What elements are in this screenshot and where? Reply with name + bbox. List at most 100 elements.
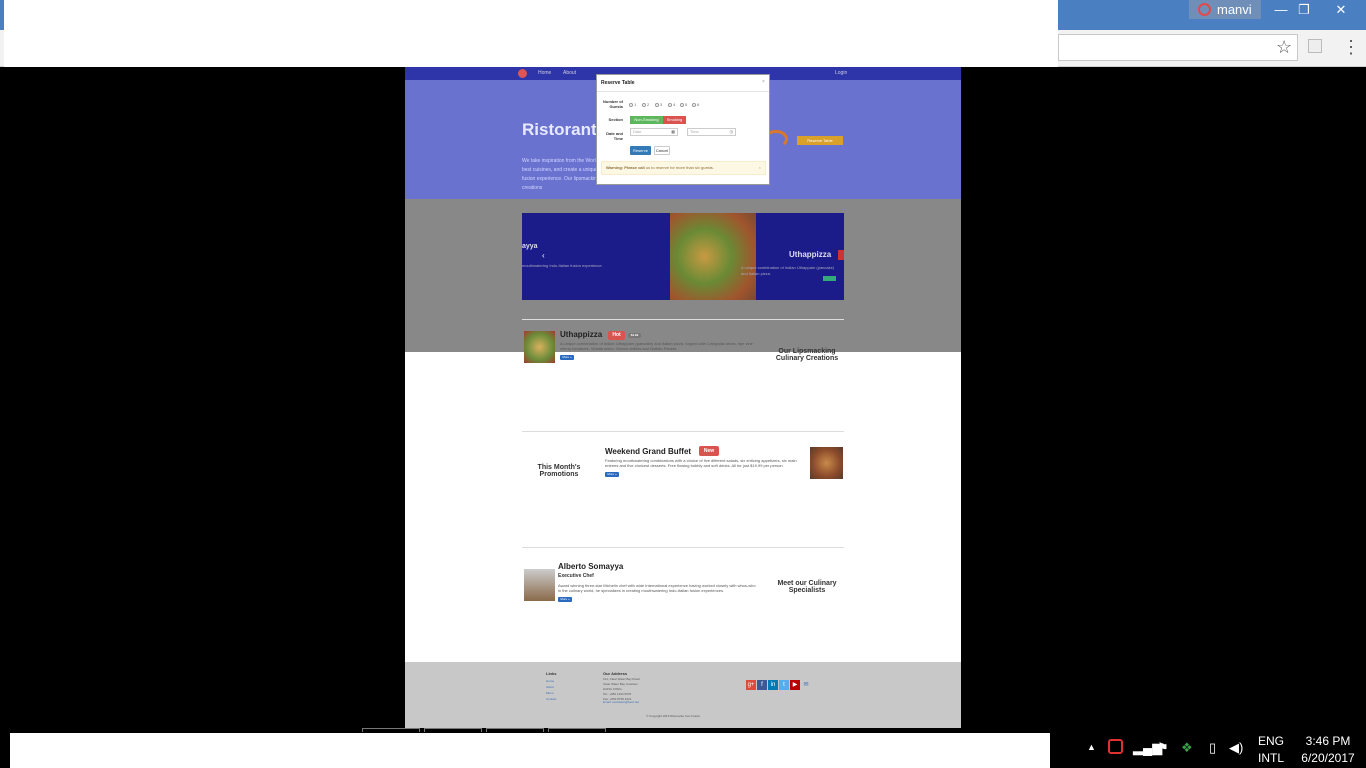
dish-more-button[interactable]: More » [560, 355, 574, 360]
nav-about[interactable]: About [563, 70, 576, 76]
divider [522, 547, 844, 548]
alert-close-icon[interactable]: × [759, 162, 761, 174]
hero-text: We take inspiration from the World's bes… [522, 158, 602, 191]
nav-login[interactable]: Login [835, 70, 847, 76]
windows-taskbar: ▲ ▂▄▆ ⚑ ❖ ▯ ◀) ENG INTL 3:46 PM 6/20/201… [0, 728, 1366, 768]
close-window-button[interactable]: ✕ [1322, 0, 1360, 20]
guest-radio-5[interactable]: 5 [680, 102, 687, 107]
lang-code: ENG [1258, 734, 1285, 748]
footer-copyright: © Copyright 2015 Ristorante Con Fusion [646, 714, 701, 718]
flag-icon[interactable]: ⚑ [1157, 740, 1169, 756]
footer-email[interactable]: Email: confusion@food.net [603, 699, 639, 705]
dish-thumbnail [524, 331, 555, 363]
carousel-more-button[interactable] [823, 276, 836, 281]
taskbar-app[interactable] [486, 728, 544, 732]
warning-alert: Warning: Please call us to reserve for m… [601, 161, 766, 175]
carousel-pizza-image [670, 213, 756, 300]
carousel-hot-badge [838, 250, 844, 260]
date-field[interactable]: Date ▦ [630, 128, 678, 136]
mail-icon[interactable]: ✉ [801, 680, 811, 690]
warning-text: us to reserve for more than six guests. [644, 165, 714, 170]
taskbar-app[interactable] [424, 728, 482, 732]
clock-date: 6/20/2017 [1301, 751, 1355, 765]
carousel-left-title: ayya [522, 243, 538, 250]
promotion-section-title: This Month's Promotions [537, 464, 581, 478]
chef-photo [524, 569, 555, 601]
site-footer: Links Home About Menu Contact Our Addres… [405, 662, 961, 728]
leader-description: Award winning three-star Michelin chef w… [558, 583, 756, 593]
battery-icon[interactable]: ▯ [1209, 740, 1216, 756]
promotion-thumbnail [810, 447, 843, 479]
facebook-icon[interactable]: f [757, 680, 767, 690]
guest-radio-6[interactable]: 6 [692, 102, 699, 107]
volume-icon[interactable]: ◀) [1229, 740, 1243, 756]
twitter-icon[interactable]: t [779, 680, 789, 690]
promotion-new-badge: New [699, 446, 719, 456]
reserve-table-modal: Reserve Table × Number of Guests 1 2 3 4… [596, 74, 770, 185]
guest-radio-4[interactable]: 4 [668, 102, 675, 107]
datetime-label: Date and Time [606, 131, 623, 141]
reserve-table-button[interactable]: Reserve Table [797, 136, 843, 145]
bookmark-star-icon[interactable]: ☆ [1276, 37, 1292, 58]
user-icon [1198, 3, 1211, 16]
restore-button[interactable]: ❐ [1285, 0, 1323, 20]
dropbox-icon[interactable]: ❖ [1181, 740, 1193, 756]
section-label: Section [608, 117, 623, 122]
cancel-button[interactable]: Cancel [654, 146, 670, 155]
non-smoking-toggle[interactable]: Non-Smoking [630, 116, 663, 124]
dish-hot-badge: Hot [608, 331, 625, 340]
guest-radio-1[interactable]: 1 [629, 102, 636, 107]
leader-more-button[interactable]: More » [558, 597, 572, 602]
white-overlay-top [356, 0, 1058, 67]
guests-label: Number of Guests [603, 99, 623, 109]
language-indicator[interactable]: ENG INTL [1258, 733, 1284, 767]
modal-divider [597, 91, 769, 92]
divider [522, 319, 844, 320]
promotion-description: Featuring mouthwatering combinations wit… [605, 458, 797, 468]
taskbar-app[interactable] [362, 728, 420, 732]
dish-price-badge: $4.99 [628, 333, 641, 338]
youtube-icon[interactable]: ▶ [790, 680, 800, 690]
nav-home[interactable]: Home [538, 70, 551, 76]
promotion-title: Weekend Grand Buffet [605, 447, 692, 456]
dish-title: Uthappizza [560, 330, 603, 339]
calendar-icon: ▦ [671, 129, 675, 134]
leader-role: Executive Chef [558, 573, 594, 579]
taskbar-app[interactable] [548, 728, 606, 732]
footer-links-heading: Links [546, 671, 557, 676]
carousel[interactable]: ayya mouthwatering Indo-Italian fusion e… [522, 213, 844, 300]
footer-link-contact[interactable]: Contact [546, 696, 556, 702]
time-field[interactable]: Time ◷ [687, 128, 736, 136]
google-plus-icon[interactable]: g+ [746, 680, 756, 690]
modal-title: Reserve Table [601, 80, 635, 86]
linkedin-icon[interactable]: in [768, 680, 778, 690]
reserve-button[interactable]: Reserve [630, 146, 651, 155]
leader-section-title: Meet our Culinary Specialists [777, 580, 837, 594]
modal-close-icon[interactable]: × [762, 79, 765, 85]
guest-radio-2[interactable]: 2 [642, 102, 649, 107]
promotion-more-button[interactable]: More » [605, 472, 619, 477]
tray-overflow-icon[interactable]: ▲ [1087, 742, 1096, 752]
smoking-toggle[interactable]: Smoking [663, 116, 686, 124]
dish-description: A unique combination of Indian Uthappam … [560, 341, 753, 351]
divider [522, 431, 844, 432]
profile-chip[interactable]: manvi [1189, 0, 1261, 19]
acrobat-tray-icon[interactable] [1108, 739, 1123, 754]
taskbar-white-overlay [10, 733, 1050, 768]
extension-icon[interactable] [1308, 39, 1322, 53]
clock-time: 3:46 PM [1305, 734, 1351, 748]
white-overlay-top-left [4, 0, 356, 67]
leader-name: Alberto Somayya [558, 562, 624, 571]
carousel-left-text: mouthwatering Indo-Italian fusion experi… [522, 263, 603, 268]
lang-layout: INTL [1258, 751, 1285, 765]
guest-radio-3[interactable]: 3 [655, 102, 662, 107]
carousel-right-title: Uthappizza [789, 250, 832, 259]
browser-menu-icon[interactable]: ⋮ [1342, 36, 1360, 58]
profile-name: manvi [1217, 2, 1252, 17]
system-clock[interactable]: 3:46 PM 6/20/2017 [1296, 733, 1360, 767]
hero-title: Ristorant [522, 120, 597, 139]
site-logo-icon[interactable] [518, 69, 527, 78]
carousel-prev-icon[interactable]: ‹ [542, 251, 545, 260]
clock-icon: ◷ [729, 129, 734, 134]
address-bar[interactable] [1058, 34, 1298, 61]
